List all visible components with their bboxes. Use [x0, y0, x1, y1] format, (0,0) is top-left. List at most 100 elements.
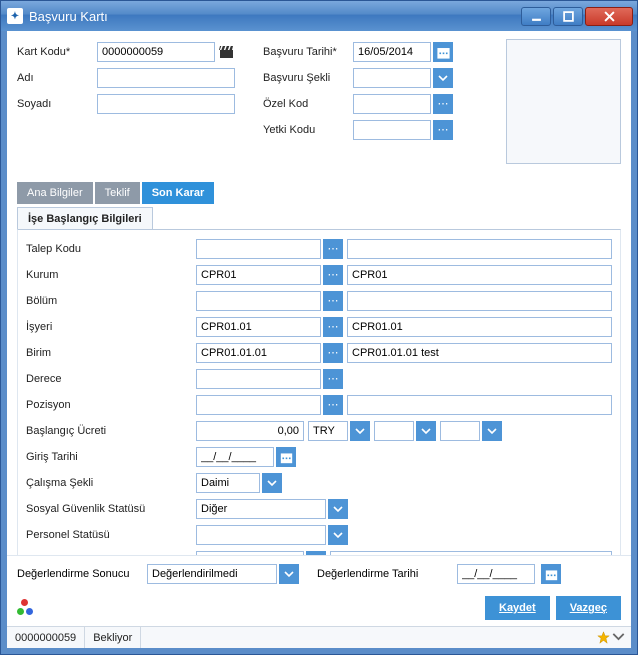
pozisyon-label: Pozisyon	[26, 399, 196, 411]
degerlendirme-tarihi-calendar-button[interactable]	[541, 564, 561, 584]
baslangic-ucreti-input[interactable]	[196, 421, 304, 441]
ucret-extra2-dropdown-button[interactable]	[482, 421, 502, 441]
maximize-button[interactable]	[553, 7, 583, 26]
ozel-kod-label: Özel Kod	[263, 98, 353, 110]
action-bar: Kaydet Vazgeç	[7, 592, 631, 626]
client-area: Kart Kodu* Adı Soyadı	[1, 31, 637, 654]
baslangic-ucreti-label: Başlangıç Ücreti	[26, 425, 196, 437]
application-card-window: ✦ Başvuru Kartı Kart Kodu* Adı	[0, 0, 638, 655]
talep-kodu-lookup-button[interactable]	[323, 239, 343, 259]
sgs-label: Sosyal Güvenlik Statüsü	[26, 503, 196, 515]
basvuru-sekli-dropdown-button[interactable]	[433, 68, 453, 88]
evaluation-bar: Değerlendirme Sonucu Değerlendirme Tarih…	[7, 555, 631, 592]
basvuru-sekli-input[interactable]	[353, 68, 431, 88]
subtab-ise-baslangic[interactable]: İşe Başlangıç Bilgileri	[17, 207, 153, 229]
main-tabs: Ana Bilgiler Teklif Son Karar	[17, 182, 621, 204]
bolum-code-input[interactable]	[196, 291, 321, 311]
pozisyon-desc-input[interactable]	[347, 395, 612, 415]
unvani-code-input[interactable]	[196, 551, 304, 555]
basvuru-tarihi-label: Başvuru Tarihi*	[263, 46, 353, 58]
soyadi-label: Soyadı	[17, 98, 97, 110]
calisma-sekli-dropdown-button[interactable]	[262, 473, 282, 493]
cancel-button[interactable]: Vazgeç	[556, 596, 621, 620]
adi-label: Adı	[17, 72, 97, 84]
pozisyon-code-input[interactable]	[196, 395, 321, 415]
ucret-extra1-dropdown-button[interactable]	[416, 421, 436, 441]
birim-lookup-button[interactable]	[323, 343, 343, 363]
isyeri-lookup-button[interactable]	[323, 317, 343, 337]
degerlendirme-sonucu-input[interactable]	[147, 564, 277, 584]
basvuru-tarihi-input[interactable]	[353, 42, 431, 62]
yetki-kodu-input[interactable]	[353, 120, 431, 140]
kurum-label: Kurum	[26, 269, 196, 281]
sgs-dropdown-button[interactable]	[328, 499, 348, 519]
titlebar[interactable]: ✦ Başvuru Kartı	[1, 1, 637, 31]
giris-tarihi-input[interactable]	[196, 447, 274, 467]
degerlendirme-sonucu-label: Değerlendirme Sonucu	[17, 568, 147, 580]
sgs-input[interactable]	[196, 499, 326, 519]
bolum-label: Bölüm	[26, 295, 196, 307]
calisma-sekli-input[interactable]	[196, 473, 260, 493]
kurum-lookup-button[interactable]	[323, 265, 343, 285]
unvani-lookup-button[interactable]	[306, 551, 326, 555]
detail-panel: Talep Kodu Kurum Bölüm	[17, 229, 621, 555]
yetki-kodu-label: Yetki Kodu	[263, 124, 353, 136]
isyeri-desc-input[interactable]	[347, 317, 612, 337]
bolum-lookup-button[interactable]	[323, 291, 343, 311]
birim-desc-input[interactable]	[347, 343, 612, 363]
derece-label: Derece	[26, 373, 196, 385]
save-button[interactable]: Kaydet	[485, 596, 550, 620]
form-area: Kart Kodu* Adı Soyadı	[7, 31, 631, 555]
kart-kodu-label: Kart Kodu*	[17, 46, 97, 58]
app-icon: ✦	[7, 8, 23, 24]
derece-lookup-button[interactable]	[323, 369, 343, 389]
minimize-button[interactable]	[521, 7, 551, 26]
color-dots-icon[interactable]	[17, 599, 35, 617]
degerlendirme-tarihi-label: Değerlendirme Tarihi	[317, 568, 457, 580]
currency-dropdown-button[interactable]	[350, 421, 370, 441]
currency-input[interactable]	[308, 421, 348, 441]
unvani-desc-input[interactable]	[330, 551, 612, 555]
talep-kodu-label: Talep Kodu	[26, 243, 196, 255]
kurum-code-input[interactable]	[196, 265, 321, 285]
degerlendirme-sonucu-dropdown-button[interactable]	[279, 564, 299, 584]
clapper-icon[interactable]	[217, 42, 237, 62]
tab-teklif[interactable]: Teklif	[95, 182, 140, 204]
degerlendirme-tarihi-input[interactable]	[457, 564, 535, 584]
close-button[interactable]	[585, 7, 633, 26]
yetki-kodu-lookup-button[interactable]	[433, 120, 453, 140]
window-title: Başvuru Kartı	[29, 9, 108, 24]
basvuru-sekli-label: Başvuru Şekli	[263, 72, 353, 84]
kart-kodu-input[interactable]	[97, 42, 215, 62]
kurum-desc-input[interactable]	[347, 265, 612, 285]
giris-tarihi-label: Giriş Tarihi	[26, 451, 196, 463]
derece-code-input[interactable]	[196, 369, 321, 389]
isyeri-code-input[interactable]	[196, 317, 321, 337]
talep-kodu-code-input[interactable]	[196, 239, 321, 259]
talep-kodu-desc-input[interactable]	[347, 239, 612, 259]
tab-ana-bilgiler[interactable]: Ana Bilgiler	[17, 182, 93, 204]
isyeri-label: İşyeri	[26, 321, 196, 333]
soyadi-input[interactable]	[97, 94, 235, 114]
birim-code-input[interactable]	[196, 343, 321, 363]
ozel-kod-lookup-button[interactable]	[433, 94, 453, 114]
ozel-kod-input[interactable]	[353, 94, 431, 114]
calisma-sekli-label: Çalışma Şekli	[26, 477, 196, 489]
basvuru-tarihi-calendar-button[interactable]	[433, 42, 453, 62]
status-durum: Bekliyor	[85, 627, 141, 648]
status-kod: 0000000059	[7, 627, 85, 648]
personel-statusu-dropdown-button[interactable]	[328, 525, 348, 545]
ucret-extra1-input[interactable]	[374, 421, 414, 441]
ucret-extra2-input[interactable]	[440, 421, 480, 441]
pozisyon-lookup-button[interactable]	[323, 395, 343, 415]
status-bar: 0000000059 Bekliyor	[7, 626, 631, 648]
birim-label: Birim	[26, 347, 196, 359]
adi-input[interactable]	[97, 68, 235, 88]
tab-son-karar[interactable]: Son Karar	[142, 182, 215, 204]
favorite-star-button[interactable]	[591, 627, 631, 648]
photo-placeholder[interactable]	[506, 39, 621, 164]
giris-tarihi-calendar-button[interactable]	[276, 447, 296, 467]
bolum-desc-input[interactable]	[347, 291, 612, 311]
personel-statusu-label: Personel Statüsü	[26, 529, 196, 541]
personel-statusu-input[interactable]	[196, 525, 326, 545]
